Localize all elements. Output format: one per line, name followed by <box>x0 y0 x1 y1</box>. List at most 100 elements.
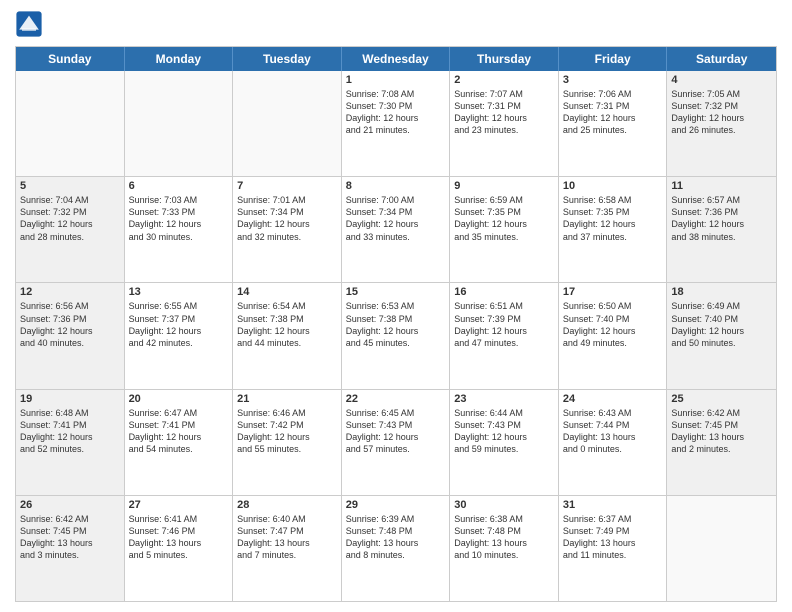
calendar-cell: 29 Sunrise: 6:39 AM Sunset: 7:48 PM Dayli… <box>342 496 451 601</box>
calendar-row-4: 26Sunrise: 6:42 AM Sunset: 7:45 PM Dayli… <box>16 496 776 601</box>
day-number: 20 <box>129 393 229 405</box>
cell-info-text: Sunrise: 7:00 AM Sunset: 7:34 PM Dayligh… <box>346 194 446 243</box>
day-number: 22 <box>346 393 446 405</box>
calendar-cell: 25 Sunrise: 6:42 AM Sunset: 7:45 PM Dayli… <box>667 390 776 495</box>
calendar-cell: 24 Sunrise: 6:43 AM Sunset: 7:44 PM Dayli… <box>559 390 668 495</box>
cell-info-text: Sunrise: 6:42 AM Sunset: 7:45 PM Dayligh… <box>20 513 120 562</box>
cell-info-text: Sunrise: 6:54 AM Sunset: 7:38 PM Dayligh… <box>237 300 337 349</box>
cell-info-text: Sunrise: 7:04 AM Sunset: 7:32 PM Dayligh… <box>20 194 120 243</box>
calendar-cell: 11Sunrise: 6:57 AM Sunset: 7:36 PM Dayli… <box>667 177 776 282</box>
day-number: 24 <box>563 393 663 405</box>
cell-info-text: Sunrise: 6:46 AM Sunset: 7:42 PM Dayligh… <box>237 407 337 456</box>
cell-info-text: Sunrise: 6:55 AM Sunset: 7:37 PM Dayligh… <box>129 300 229 349</box>
cell-info-text: Sunrise: 6:45 AM Sunset: 7:43 PM Dayligh… <box>346 407 446 456</box>
day-number: 21 <box>237 393 337 405</box>
cell-info-text: Sunrise: 6:42 AM Sunset: 7:45 PM Dayligh… <box>671 407 772 456</box>
calendar-cell: 1Sunrise: 7:08 AM Sunset: 7:30 PM Daylig… <box>342 71 451 176</box>
cell-info-text: Sunrise: 6:58 AM Sunset: 7:35 PM Dayligh… <box>563 194 663 243</box>
day-number: 2 <box>454 74 554 86</box>
cell-info-text: Sunrise: 6:39 AM Sunset: 7:48 PM Dayligh… <box>346 513 446 562</box>
logo <box>15 10 47 38</box>
cell-info-text: Sunrise: 6:51 AM Sunset: 7:39 PM Dayligh… <box>454 300 554 349</box>
weekday-header-tuesday: Tuesday <box>233 47 342 71</box>
calendar-cell: 22 Sunrise: 6:45 AM Sunset: 7:43 PM Dayli… <box>342 390 451 495</box>
calendar-cell <box>233 71 342 176</box>
page: SundayMondayTuesdayWednesdayThursdayFrid… <box>0 0 792 612</box>
calendar-cell: 18Sunrise: 6:49 AM Sunset: 7:40 PM Dayli… <box>667 283 776 388</box>
calendar-cell: 13 Sunrise: 6:55 AM Sunset: 7:37 PM Dayli… <box>125 283 234 388</box>
calendar-cell <box>16 71 125 176</box>
day-number: 12 <box>20 286 120 298</box>
day-number: 13 <box>129 286 229 298</box>
cell-info-text: Sunrise: 6:37 AM Sunset: 7:49 PM Dayligh… <box>563 513 663 562</box>
cell-info-text: Sunrise: 6:56 AM Sunset: 7:36 PM Dayligh… <box>20 300 120 349</box>
calendar-row-3: 19 Sunrise: 6:48 AM Sunset: 7:41 PM Dayli… <box>16 390 776 496</box>
calendar-cell: 16Sunrise: 6:51 AM Sunset: 7:39 PM Dayli… <box>450 283 559 388</box>
calendar-cell <box>125 71 234 176</box>
day-number: 10 <box>563 180 663 192</box>
cell-info-text: Sunrise: 7:06 AM Sunset: 7:31 PM Dayligh… <box>563 88 663 137</box>
day-number: 7 <box>237 180 337 192</box>
cell-info-text: Sunrise: 6:59 AM Sunset: 7:35 PM Dayligh… <box>454 194 554 243</box>
day-number: 9 <box>454 180 554 192</box>
cell-info-text: Sunrise: 6:41 AM Sunset: 7:46 PM Dayligh… <box>129 513 229 562</box>
day-number: 18 <box>671 286 772 298</box>
cell-info-text: Sunrise: 6:43 AM Sunset: 7:44 PM Dayligh… <box>563 407 663 456</box>
day-number: 11 <box>671 180 772 192</box>
day-number: 31 <box>563 499 663 511</box>
calendar-cell: 31 Sunrise: 6:37 AM Sunset: 7:49 PM Dayli… <box>559 496 668 601</box>
calendar-cell: 10 Sunrise: 6:58 AM Sunset: 7:35 PM Dayli… <box>559 177 668 282</box>
calendar: SundayMondayTuesdayWednesdayThursdayFrid… <box>15 46 777 602</box>
weekday-header-sunday: Sunday <box>16 47 125 71</box>
calendar-cell: 21 Sunrise: 6:46 AM Sunset: 7:42 PM Dayli… <box>233 390 342 495</box>
calendar-row-0: 1Sunrise: 7:08 AM Sunset: 7:30 PM Daylig… <box>16 71 776 177</box>
calendar-body: 1Sunrise: 7:08 AM Sunset: 7:30 PM Daylig… <box>16 71 776 601</box>
day-number: 15 <box>346 286 446 298</box>
calendar-row-1: 5 Sunrise: 7:04 AM Sunset: 7:32 PM Daylig… <box>16 177 776 283</box>
day-number: 17 <box>563 286 663 298</box>
cell-info-text: Sunrise: 6:48 AM Sunset: 7:41 PM Dayligh… <box>20 407 120 456</box>
cell-info-text: Sunrise: 7:03 AM Sunset: 7:33 PM Dayligh… <box>129 194 229 243</box>
calendar-cell: 5 Sunrise: 7:04 AM Sunset: 7:32 PM Daylig… <box>16 177 125 282</box>
calendar-cell: 4Sunrise: 7:05 AM Sunset: 7:32 PM Daylig… <box>667 71 776 176</box>
weekday-header-wednesday: Wednesday <box>342 47 451 71</box>
day-number: 27 <box>129 499 229 511</box>
cell-info-text: Sunrise: 6:47 AM Sunset: 7:41 PM Dayligh… <box>129 407 229 456</box>
calendar-cell: 17Sunrise: 6:50 AM Sunset: 7:40 PM Dayli… <box>559 283 668 388</box>
weekday-header-monday: Monday <box>125 47 234 71</box>
calendar-cell: 19 Sunrise: 6:48 AM Sunset: 7:41 PM Dayli… <box>16 390 125 495</box>
day-number: 14 <box>237 286 337 298</box>
cell-info-text: Sunrise: 6:53 AM Sunset: 7:38 PM Dayligh… <box>346 300 446 349</box>
cell-info-text: Sunrise: 6:44 AM Sunset: 7:43 PM Dayligh… <box>454 407 554 456</box>
day-number: 19 <box>20 393 120 405</box>
day-number: 5 <box>20 180 120 192</box>
day-number: 1 <box>346 74 446 86</box>
cell-info-text: Sunrise: 7:07 AM Sunset: 7:31 PM Dayligh… <box>454 88 554 137</box>
calendar-cell: 27 Sunrise: 6:41 AM Sunset: 7:46 PM Dayli… <box>125 496 234 601</box>
day-number: 23 <box>454 393 554 405</box>
calendar-cell <box>667 496 776 601</box>
cell-info-text: Sunrise: 7:05 AM Sunset: 7:32 PM Dayligh… <box>671 88 772 137</box>
day-number: 29 <box>346 499 446 511</box>
day-number: 30 <box>454 499 554 511</box>
calendar-cell: 3 Sunrise: 7:06 AM Sunset: 7:31 PM Daylig… <box>559 71 668 176</box>
calendar-cell: 7 Sunrise: 7:01 AM Sunset: 7:34 PM Daylig… <box>233 177 342 282</box>
calendar-cell: 23 Sunrise: 6:44 AM Sunset: 7:43 PM Dayli… <box>450 390 559 495</box>
day-number: 3 <box>563 74 663 86</box>
calendar-cell: 12 Sunrise: 6:56 AM Sunset: 7:36 PM Dayli… <box>16 283 125 388</box>
calendar-row-2: 12 Sunrise: 6:56 AM Sunset: 7:36 PM Dayli… <box>16 283 776 389</box>
day-number: 25 <box>671 393 772 405</box>
calendar-cell: 20 Sunrise: 6:47 AM Sunset: 7:41 PM Dayli… <box>125 390 234 495</box>
weekday-header-thursday: Thursday <box>450 47 559 71</box>
calendar-cell: 8 Sunrise: 7:00 AM Sunset: 7:34 PM Daylig… <box>342 177 451 282</box>
weekday-header-friday: Friday <box>559 47 668 71</box>
cell-info-text: Sunrise: 6:40 AM Sunset: 7:47 PM Dayligh… <box>237 513 337 562</box>
calendar-cell: 6 Sunrise: 7:03 AM Sunset: 7:33 PM Daylig… <box>125 177 234 282</box>
day-number: 8 <box>346 180 446 192</box>
header <box>15 10 777 38</box>
day-number: 6 <box>129 180 229 192</box>
calendar-cell: 14 Sunrise: 6:54 AM Sunset: 7:38 PM Dayli… <box>233 283 342 388</box>
cell-info-text: Sunrise: 6:38 AM Sunset: 7:48 PM Dayligh… <box>454 513 554 562</box>
cell-info-text: Sunrise: 7:01 AM Sunset: 7:34 PM Dayligh… <box>237 194 337 243</box>
calendar-cell: 15 Sunrise: 6:53 AM Sunset: 7:38 PM Dayli… <box>342 283 451 388</box>
